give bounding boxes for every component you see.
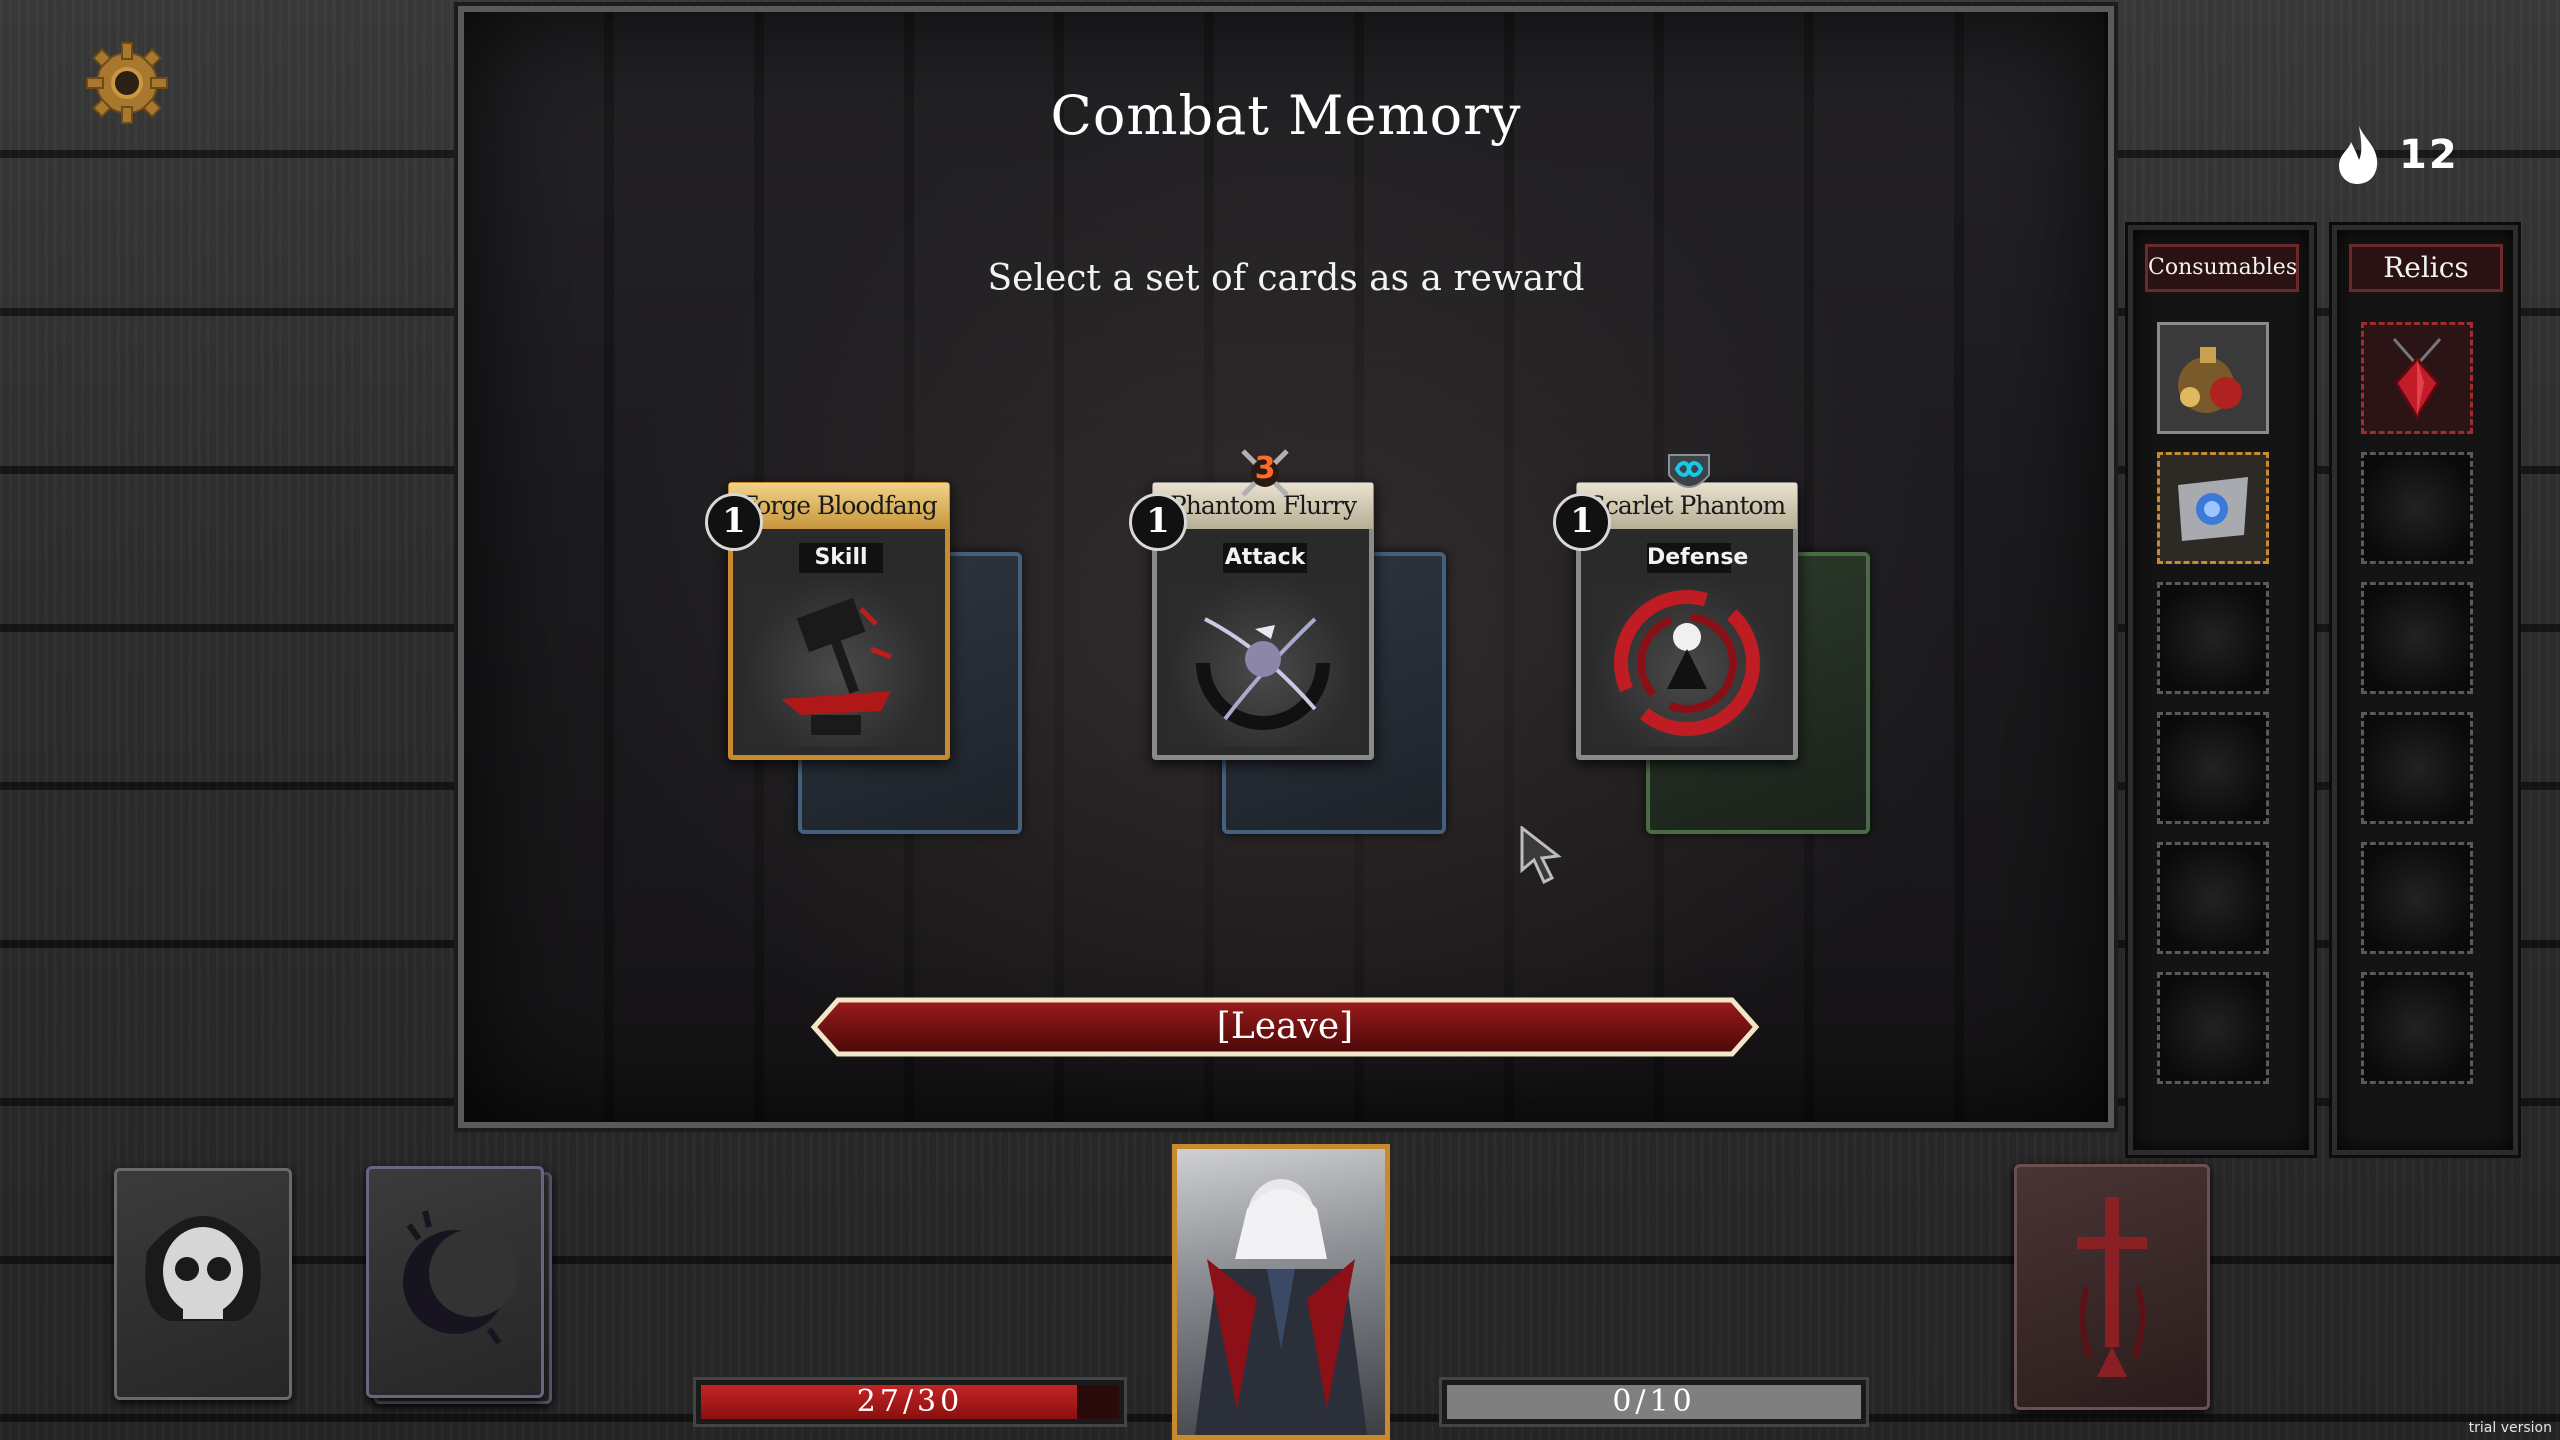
relic-slot-empty[interactable]	[2361, 712, 2473, 824]
card-badge-number: 3	[1254, 451, 1276, 486]
card-cost: 1	[1553, 493, 1611, 551]
consumable-slot-potion-bag[interactable]	[2157, 322, 2269, 434]
draw-pile-card	[2014, 1164, 2210, 1410]
blood-crystal-pendant-icon	[2392, 338, 2442, 420]
mouse-cursor-icon	[1520, 824, 1564, 890]
soul-flame-icon	[2339, 126, 2378, 184]
consumables-title: Consumables	[2145, 244, 2299, 292]
consumable-slot-scroll[interactable]	[2157, 452, 2269, 564]
card-phantom-flurry[interactable]: Phantom Flurry Attack 1 3	[1129, 449, 1374, 760]
soul-resource-counter: 12	[2335, 120, 2459, 190]
card-type: Attack	[1223, 543, 1307, 573]
crescent-moon-icon	[403, 1210, 517, 1345]
crossed-swords-badge-icon: 3	[1237, 445, 1293, 501]
card-scarlet-phantom[interactable]: Scarlet Phantom Defense 1	[1553, 454, 1798, 760]
health-bar: 27/30	[693, 1377, 1127, 1427]
consumable-slot-empty[interactable]	[2157, 712, 2269, 824]
settings-gear-icon[interactable]	[82, 38, 172, 128]
card-set-forge-bloodfang[interactable]: Forge Bloodfang Skill 1	[705, 482, 1058, 842]
armor-text: 0/10	[1612, 1384, 1696, 1419]
relic-slot-blood-pendant[interactable]	[2361, 322, 2473, 434]
skull-icon	[145, 1216, 261, 1321]
consumables-panel: Consumables	[2125, 222, 2317, 1158]
potion-bag-icon	[2178, 347, 2242, 413]
soul-resource-count: 12	[2399, 132, 2459, 178]
relics-panel: Relics	[2329, 222, 2521, 1158]
leave-button-label: [Leave]	[1216, 1006, 1354, 1047]
vampire-hunter-portrait-icon	[1195, 1179, 1367, 1435]
card-forge-bloodfang[interactable]: Forge Bloodfang Skill 1	[705, 482, 950, 760]
armor-bar: 0/10	[1439, 1377, 1869, 1427]
consumable-slot-empty[interactable]	[2157, 972, 2269, 1084]
leave-button[interactable]: [Leave]	[810, 996, 1760, 1058]
relic-slot-empty[interactable]	[2361, 972, 2473, 1084]
consumable-slot-empty[interactable]	[2157, 582, 2269, 694]
character-portrait[interactable]	[1172, 1144, 1390, 1440]
card-type: Skill	[799, 543, 883, 573]
rune-scroll-icon	[2178, 477, 2248, 541]
relic-slot-empty[interactable]	[2361, 582, 2473, 694]
discard-pile-card	[366, 1166, 544, 1398]
relic-slot-empty[interactable]	[2361, 842, 2473, 954]
trial-version-label: trial version	[2468, 1420, 2552, 1436]
bloody-sword-icon	[2077, 1197, 2147, 1377]
reward-subtitle: Select a set of cards as a reward	[987, 258, 1585, 299]
reward-title: Combat Memory	[1050, 84, 1522, 147]
infinity-shield-badge-icon	[1661, 445, 1717, 501]
health-text: 27/30	[856, 1384, 964, 1419]
card-cost: 1	[705, 493, 763, 551]
blade-whirl-icon	[1165, 579, 1361, 747]
hammer-anvil-icon	[741, 579, 937, 747]
card-set-phantom-flurry[interactable]: Phantom Flurry Attack 1 3	[1129, 449, 1482, 842]
card-set-scarlet-phantom[interactable]: Scarlet Phantom Defense 1	[1553, 454, 1906, 842]
relic-slot-empty[interactable]	[2361, 452, 2473, 564]
reward-panel: Combat Memory Select a set of cards as a…	[454, 2, 2118, 1132]
relics-title: Relics	[2349, 244, 2503, 292]
crimson-vortex-icon	[1589, 579, 1785, 747]
card-cost: 1	[1129, 493, 1187, 551]
consumable-slot-empty[interactable]	[2157, 842, 2269, 954]
card-type: Defense	[1647, 543, 1748, 573]
exhaust-pile-card	[114, 1168, 292, 1400]
